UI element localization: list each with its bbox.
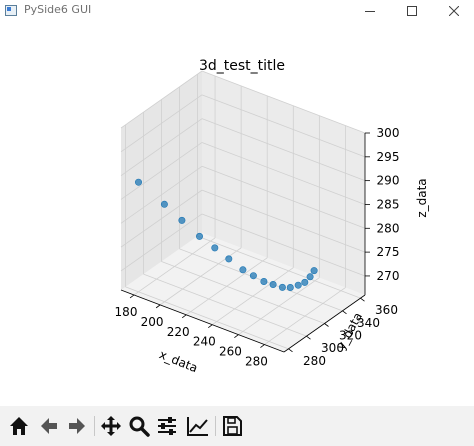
y-tick-label: 360: [375, 303, 398, 317]
axis-line: [208, 324, 213, 329]
window-title: PySide6 GUI: [24, 3, 92, 16]
scatter-point: [135, 178, 143, 186]
zoom-icon: [129, 416, 150, 437]
scatter-point: [225, 255, 233, 263]
configure-subplots-button[interactable]: [155, 414, 179, 438]
axis-line: [129, 294, 135, 299]
x-tick-label: 240: [193, 335, 216, 349]
scatter-point: [310, 267, 318, 275]
home-button[interactable]: [7, 414, 31, 438]
home-icon: [10, 417, 28, 435]
toolbar-separator: [94, 416, 95, 436]
back-arrow-icon: [41, 418, 57, 434]
edit-axis-button[interactable]: [186, 414, 210, 438]
scatter-point: [196, 232, 204, 240]
z-tick-label: 275: [377, 245, 400, 259]
scatter-point: [239, 266, 247, 274]
axis-line: [324, 323, 329, 327]
x-tick-label: 220: [167, 325, 190, 339]
edit-axis-icon: [187, 417, 208, 436]
scatter-point: [178, 216, 186, 224]
z-tick-label: 270: [377, 269, 400, 283]
z-tick-label: 285: [377, 198, 400, 212]
scatter-point: [249, 272, 257, 280]
scatter-point: [278, 283, 286, 291]
scatter-point: [294, 281, 302, 289]
y-tick-label: 280: [303, 354, 326, 368]
axis-line: [181, 314, 187, 319]
scatter-point: [306, 273, 314, 281]
x-tick-label: 200: [141, 315, 164, 329]
z-tick-label: 280: [377, 221, 400, 235]
x-tick-label: 260: [219, 345, 242, 359]
z-tick-label: 290: [377, 174, 400, 188]
x-tick-label: 180: [115, 305, 138, 319]
scatter-point: [211, 244, 219, 252]
chart-title: 3d_test_title: [199, 58, 285, 74]
axis-line: [288, 348, 293, 353]
save-button[interactable]: [220, 414, 244, 438]
axis-line: [155, 304, 161, 309]
maximize-icon: [407, 6, 417, 16]
x-axis-label: x_data: [157, 347, 199, 375]
pan-icon: [101, 416, 121, 436]
figure-canvas[interactable]: 180 200 220 240 260 280 280 300 320 340 360 270 275 2…: [0, 22, 474, 406]
z-axis-label: z_data: [415, 178, 429, 217]
z-tick-label: 295: [377, 150, 400, 164]
pan-button[interactable]: [99, 414, 123, 438]
maximize-button[interactable]: [392, 0, 432, 22]
minimize-icon: [365, 11, 375, 12]
axes-panes: [121, 71, 365, 352]
close-icon: [449, 6, 459, 16]
zoom-button[interactable]: [127, 414, 151, 438]
navigation-toolbar: [0, 406, 474, 446]
scatter-point: [286, 283, 294, 291]
axis-line: [260, 344, 265, 348]
plot-3d[interactable]: 180200220240260280 2803003203403602702752…: [0, 22, 474, 406]
back-button[interactable]: [37, 414, 61, 438]
axis-line: [360, 297, 365, 302]
toolbar-separator: [215, 416, 216, 436]
axis-line: [306, 335, 311, 340]
configure-subplots-icon: [158, 417, 176, 435]
scatter-point: [269, 280, 277, 288]
z-tick-label: 300: [377, 126, 400, 140]
forward-arrow-icon: [69, 418, 85, 434]
forward-button[interactable]: [65, 414, 89, 438]
scatter-point: [160, 200, 168, 208]
minimize-button[interactable]: [350, 0, 390, 22]
axis-line: [234, 334, 239, 338]
app-icon: [5, 5, 17, 16]
axis-line: [342, 310, 347, 315]
close-button[interactable]: [434, 0, 474, 22]
x-tick-label: 280: [245, 355, 268, 369]
title-bar: PySide6 GUI: [0, 0, 474, 22]
save-icon: [223, 416, 242, 436]
scatter-point: [301, 278, 309, 286]
scatter-point: [260, 277, 268, 285]
